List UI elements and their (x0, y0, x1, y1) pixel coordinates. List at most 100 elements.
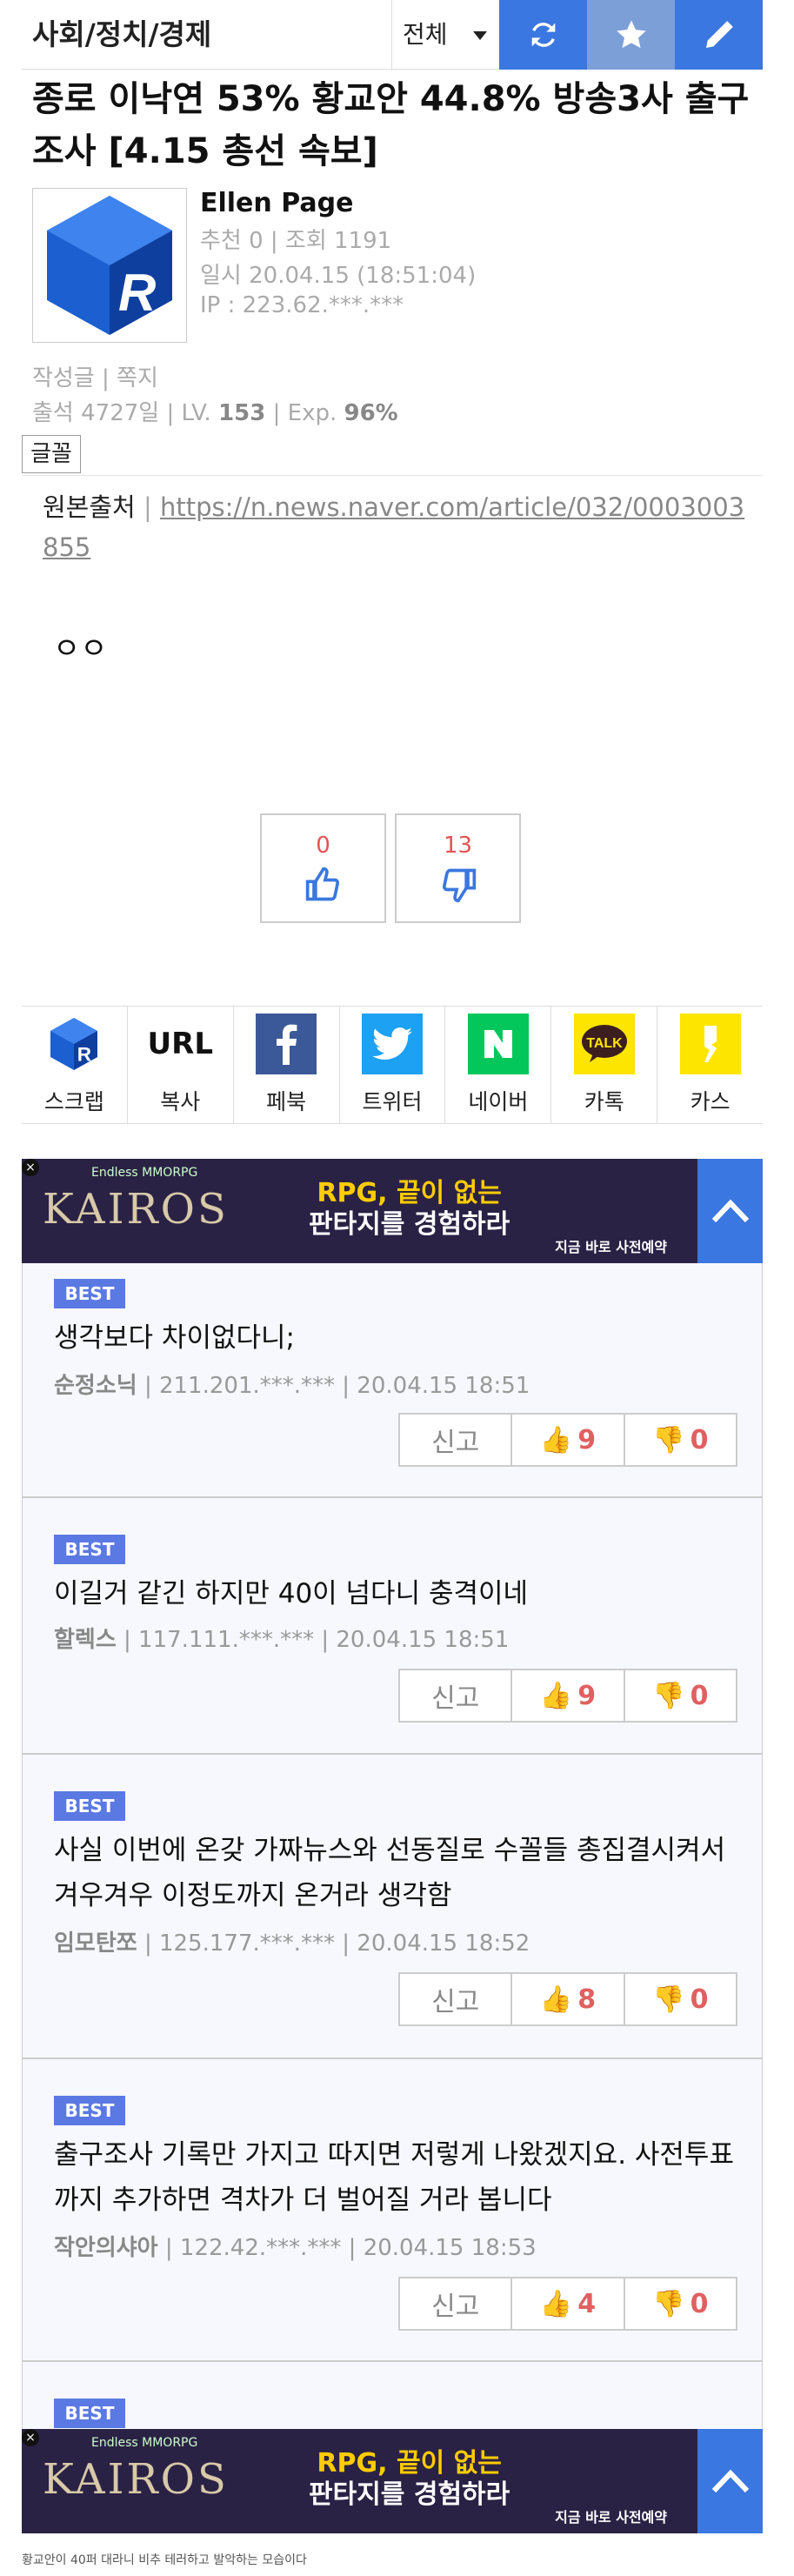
share-label: 페북 (266, 1089, 307, 1114)
comment-info: | 122.42.***.*** | 20.04.15 18:53 (157, 2235, 537, 2261)
best-badge: BEST (54, 1279, 125, 1308)
thumbs-down-icon: 👎 (652, 1984, 685, 2015)
best-badge: BEST (54, 1535, 125, 1564)
share-kakaostory[interactable]: 카스 (657, 1007, 763, 1123)
scrap-icon: R (43, 1014, 104, 1074)
logo-cube-icon: R (47, 196, 172, 335)
scroll-top-button[interactable] (697, 2429, 763, 2533)
post-ip: IP : 223.62.***.*** (200, 292, 404, 318)
upvote-button[interactable]: 0 (260, 813, 386, 923)
author-links[interactable]: 작성글 | 쪽지 (32, 360, 158, 392)
kakaotalk-icon: TALK (573, 1014, 635, 1074)
comment-downvote-button[interactable]: 👎 0 (625, 2278, 736, 2329)
share-label: 복사 (160, 1089, 201, 1114)
comment-text: 사실 이번에 온갖 가짜뉴스와 선동질로 수꼴들 총집결시켜서 겨우겨우 이정도… (54, 1835, 726, 1911)
comment-downvote-button[interactable]: 👎 0 (625, 1415, 736, 1465)
comment-nick[interactable]: 작안의샤아 (54, 2235, 158, 2261)
report-button[interactable]: 신고 (400, 1415, 513, 1465)
comment-actions: 신고 👍 4 👎 0 (398, 2277, 737, 2331)
share-scrap[interactable]: R 스크랩 (22, 1007, 128, 1123)
share-bar: R 스크랩 URL 복사 페북 트위터 네이버 TALK 카톡 카스 (22, 1006, 763, 1124)
ad-cta: 지금 바로 사전예약 (555, 2509, 667, 2526)
comment-upvote-button[interactable]: 👍 8 (512, 1974, 625, 2024)
filter-select[interactable]: 전체 (391, 0, 499, 69)
comment-info: | 125.177.***.*** | 20.04.15 18:52 (137, 1930, 530, 1957)
post-date: 일시 20.04.15 (18:51:04) (200, 263, 477, 289)
comment-text: 생각보다 차이없다니; (54, 1322, 295, 1354)
ad-slogan: RPG, 끝이 없는 판타지를 경험하라 (309, 1178, 510, 1241)
comment-nick[interactable]: 순정소닉 (54, 1373, 137, 1399)
thumbs-down-icon: 👎 (652, 1680, 685, 1711)
ad-slogan-top: RPG, 끝이 없는 (317, 1178, 502, 1208)
board-category[interactable]: 사회/정치/경제 (22, 0, 391, 69)
thumbs-up-icon: 👍 (539, 1424, 573, 1455)
report-button[interactable]: 신고 (400, 1974, 513, 2024)
downvote-count: 13 (443, 833, 473, 859)
comment-meta: 작안의샤아 | 122.42.***.*** | 20.04.15 18:53 (54, 2230, 537, 2262)
naver-icon (467, 1014, 529, 1074)
ad-slogan-top: RPG, 끝이 없는 (317, 2448, 502, 2479)
write-button[interactable] (675, 0, 763, 70)
comment-actions: 신고 👍 8 👎 0 (398, 1972, 737, 2026)
comment-nick[interactable]: 임모탄쪼 (54, 1930, 137, 1957)
share-label: 트위터 (362, 1089, 423, 1114)
image-caption: 황교안이 40퍼 대라니 비추 테러하고 발악하는 모습이다 (22, 2553, 307, 2567)
ad-close-icon[interactable]: × (22, 1159, 39, 1176)
ad-banner[interactable]: × Endless MMORPG KAIROS RPG, 끝이 없는 판타지를 … (22, 1159, 763, 1263)
comment-item: BEST 사실 이번에 온갖 가짜뉴스와 선동질로 수꼴들 총집결시켜서 겨우겨… (23, 1755, 762, 2059)
url-icon: URL (147, 1027, 214, 1061)
ad-game-logo: KAIROS (43, 2455, 229, 2504)
share-naver[interactable]: 네이버 (445, 1007, 552, 1123)
exp-value: 96% (344, 400, 398, 426)
share-facebook[interactable]: 페북 (234, 1007, 340, 1123)
comment-info: | 211.201.***.*** | 20.04.15 18:51 (137, 1373, 530, 1399)
thumbs-down-icon (442, 868, 476, 903)
thumbs-down-icon: 👎 (652, 1424, 685, 1455)
comment-text: 출구조사 기록만 가지고 따지면 저렇게 나왔겠지요. 사전투표까지 추가하면 … (54, 2139, 734, 2216)
report-button[interactable]: 신고 (400, 2278, 513, 2329)
comment-downvote-button[interactable]: 👎 0 (625, 1670, 736, 1721)
page: 사회/정치/경제 전체 종로 이낙연 53% 황교안 44.8% 방송3사 출구… (22, 0, 763, 2567)
favorite-button[interactable] (587, 0, 675, 70)
sticky-ad-banner[interactable]: × Endless MMORPG KAIROS RPG, 끝이 없는 판타지를 … (22, 2429, 763, 2533)
share-label: 카스 (690, 1089, 731, 1114)
ad-close-icon[interactable]: × (22, 2429, 39, 2446)
author-name[interactable]: Ellen Page (200, 188, 353, 218)
report-button[interactable]: 신고 (400, 1670, 513, 1721)
comment-up-count: 9 (577, 1424, 597, 1455)
star-icon (616, 20, 646, 49)
ad-slogan: RPG, 끝이 없는 판타지를 경험하라 (309, 2448, 510, 2511)
scroll-top-button[interactable] (697, 1159, 763, 1263)
share-url[interactable]: URL 복사 (128, 1007, 234, 1123)
share-twitter[interactable]: 트위터 (340, 1007, 446, 1123)
comment-down-count: 0 (690, 2288, 709, 2319)
ad-slogan-bottom: 판타지를 경험하라 (309, 2479, 510, 2510)
share-label: 스크랩 (43, 1089, 104, 1114)
comment-down-count: 0 (690, 1680, 709, 1711)
comment-downvote-button[interactable]: 👎 0 (625, 1974, 736, 2024)
ad-slogan-bottom: 판타지를 경험하라 (309, 1209, 510, 1240)
comment-actions: 신고 👍 9 👎 0 (398, 1413, 737, 1467)
comment-down-count: 0 (690, 1984, 709, 2015)
best-badge: BEST (54, 2096, 125, 2125)
best-badge: BEST (54, 2399, 125, 2428)
comment-upvote-button[interactable]: 👍 9 (512, 1415, 625, 1465)
comment-upvote-button[interactable]: 👍 9 (512, 1670, 625, 1721)
share-kakaotalk[interactable]: TALK 카톡 (551, 1007, 658, 1123)
comment-meta: 순정소닉 | 211.201.***.*** | 20.04.15 18:51 (54, 1368, 530, 1400)
refresh-button[interactable] (499, 0, 587, 70)
comment-upvote-button[interactable]: 👍 4 (512, 2278, 625, 2329)
share-label: 카톡 (584, 1089, 624, 1114)
top-bar: 사회/정치/경제 전체 (22, 0, 763, 70)
comment-down-count: 0 (690, 1424, 709, 1455)
comment-nick[interactable]: 할렉스 (54, 1627, 117, 1653)
comment-item: BEST 이길거 같긴 하지만 40이 넘다니 충격이네 할렉스 | 117.1… (23, 1498, 762, 1755)
avatar[interactable]: R (32, 188, 187, 343)
facebook-icon (256, 1014, 317, 1074)
font-button[interactable]: 글꼴 (22, 435, 81, 473)
comment-up-count: 9 (577, 1680, 597, 1711)
chevron-up-icon (711, 1199, 749, 1223)
author-panel: R Ellen Page 추천 0 | 조회 1191 일시 20.04.15 … (22, 177, 763, 426)
downvote-button[interactable]: 13 (395, 813, 521, 923)
level-value: 153 (218, 400, 266, 426)
